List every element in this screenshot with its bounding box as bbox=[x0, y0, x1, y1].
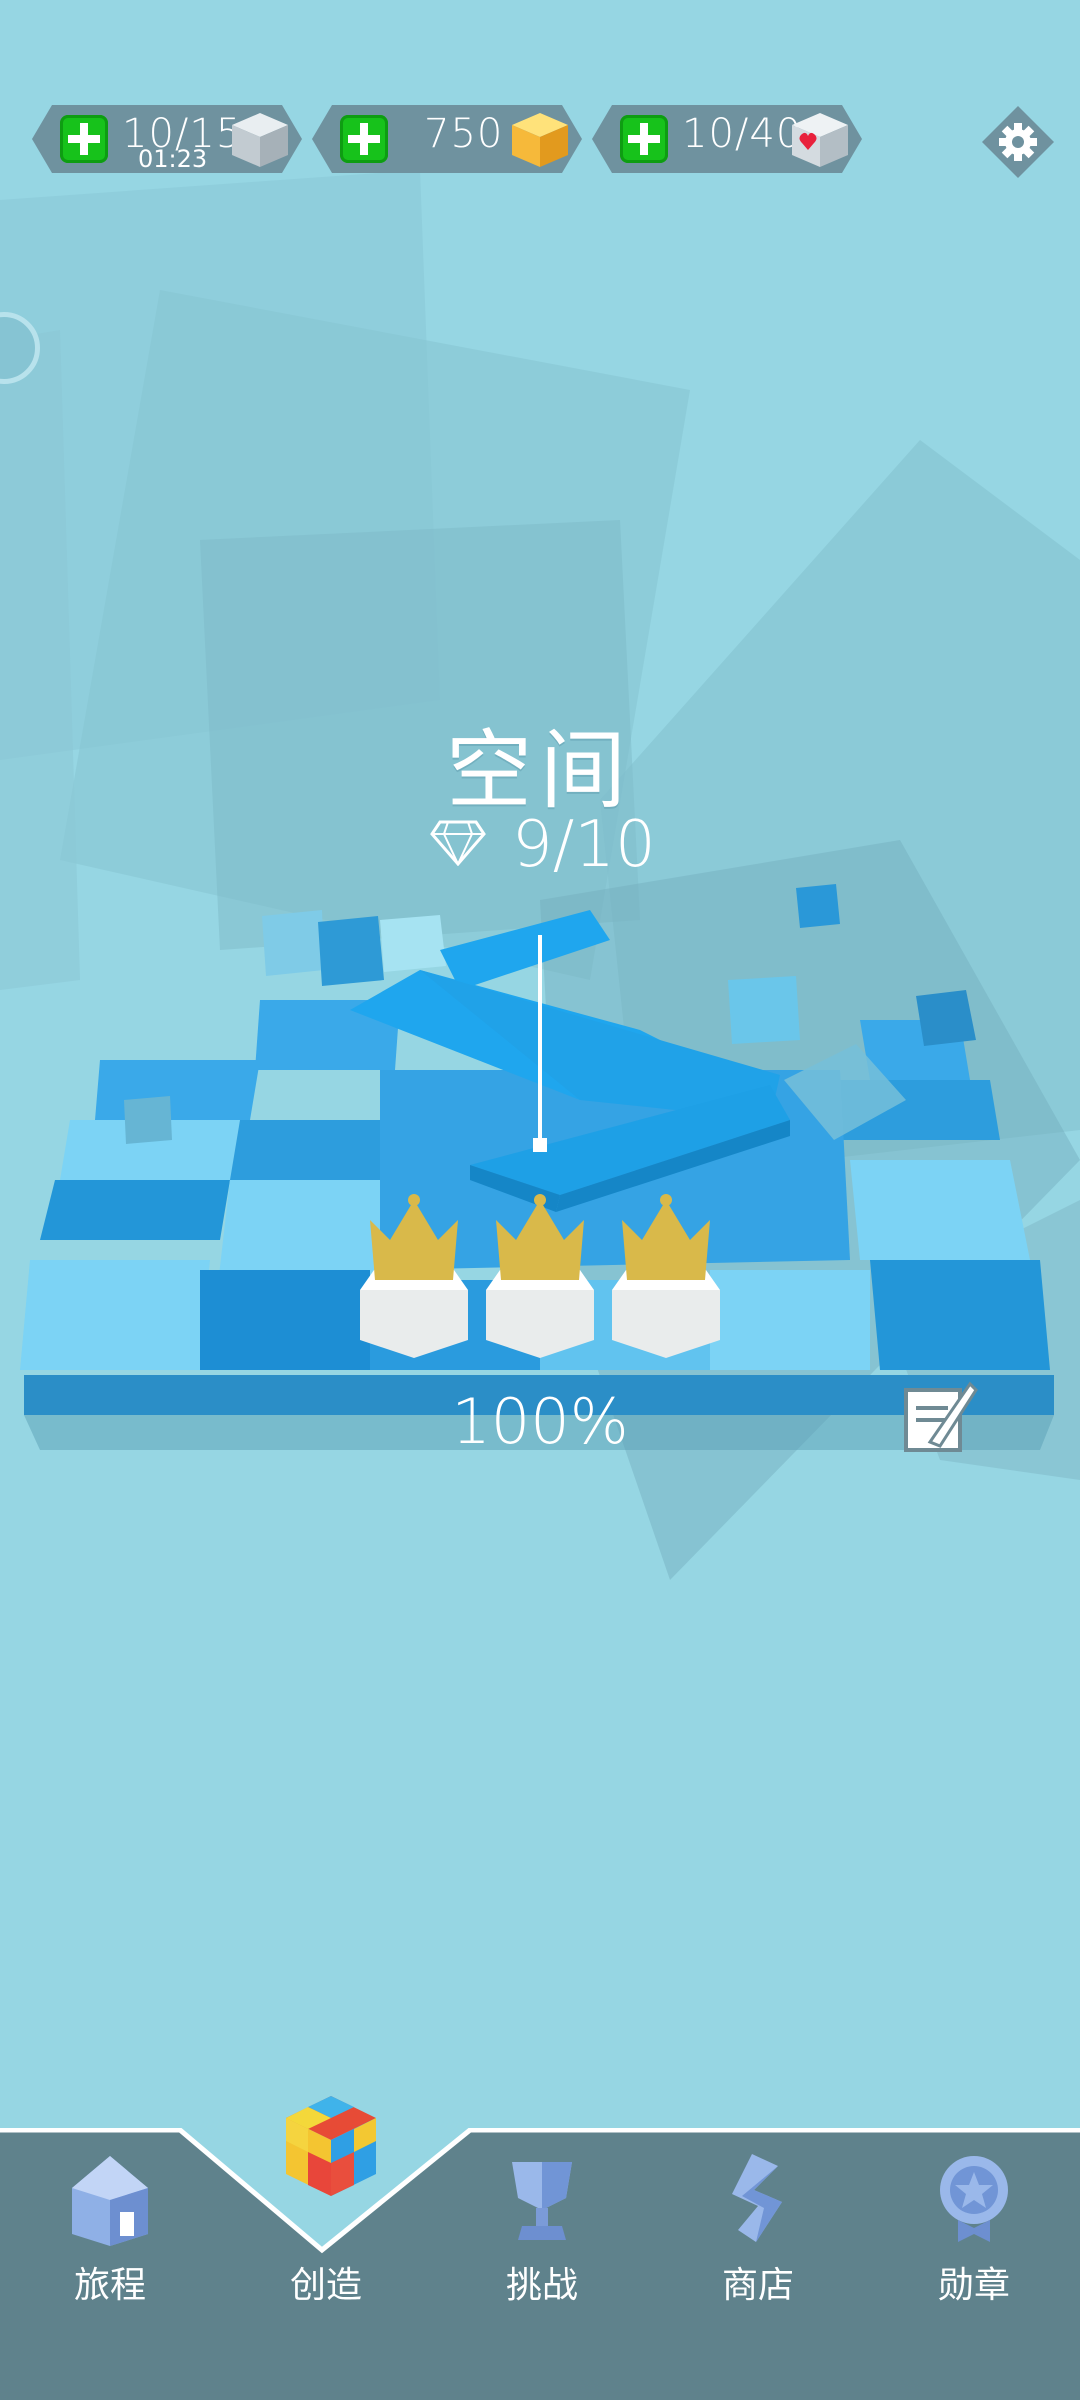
nav-label-medals: 勋章 bbox=[937, 2265, 1010, 2306]
shop-bolt-icon bbox=[732, 2154, 782, 2242]
nav-item-shop[interactable]: 商店 bbox=[650, 2128, 866, 2400]
nav-item-journey[interactable]: 旅程 bbox=[2, 2128, 218, 2400]
trophy-icon bbox=[512, 2162, 572, 2240]
bottom-navigation: 旅程 创造 挑战 商店 勋章 bbox=[0, 2096, 1080, 2400]
nav-item-create[interactable]: 创造 bbox=[218, 2096, 434, 2400]
rubik-cube-icon bbox=[286, 2096, 376, 2196]
gems-value: 750 bbox=[424, 111, 504, 157]
lives-timer: 01:23 bbox=[138, 145, 208, 173]
heart-cube-icon bbox=[788, 109, 852, 169]
edit-level-icon[interactable] bbox=[900, 1380, 980, 1460]
nav-item-medals[interactable]: 勋章 bbox=[866, 2128, 1080, 2400]
gray-cube-icon bbox=[228, 109, 292, 169]
nav-label-challenge: 挑战 bbox=[505, 2265, 578, 2306]
nav-label-create: 创造 bbox=[289, 2265, 362, 2306]
gold-cube-icon bbox=[508, 109, 572, 169]
nav-label-shop: 商店 bbox=[721, 2265, 794, 2306]
house-icon bbox=[72, 2156, 148, 2246]
nav-item-challenge[interactable]: 挑战 bbox=[434, 2128, 650, 2400]
add-lives-button[interactable] bbox=[60, 115, 108, 163]
level-title: 空间 bbox=[446, 721, 634, 821]
hearts-counter[interactable]: 10/40 bbox=[592, 105, 862, 173]
add-gems-button[interactable] bbox=[340, 115, 388, 163]
nav-label-journey: 旅程 bbox=[73, 2265, 146, 2306]
gems-counter[interactable]: 750 bbox=[312, 105, 582, 173]
medal-icon bbox=[940, 2156, 1008, 2242]
lives-counter[interactable]: 10/15 01:23 bbox=[32, 105, 302, 173]
hearts-value: 10/40 bbox=[682, 111, 803, 157]
add-hearts-button[interactable] bbox=[620, 115, 668, 163]
progress-percent: 100% bbox=[451, 1385, 629, 1458]
settings-gear-icon[interactable] bbox=[980, 104, 1056, 180]
